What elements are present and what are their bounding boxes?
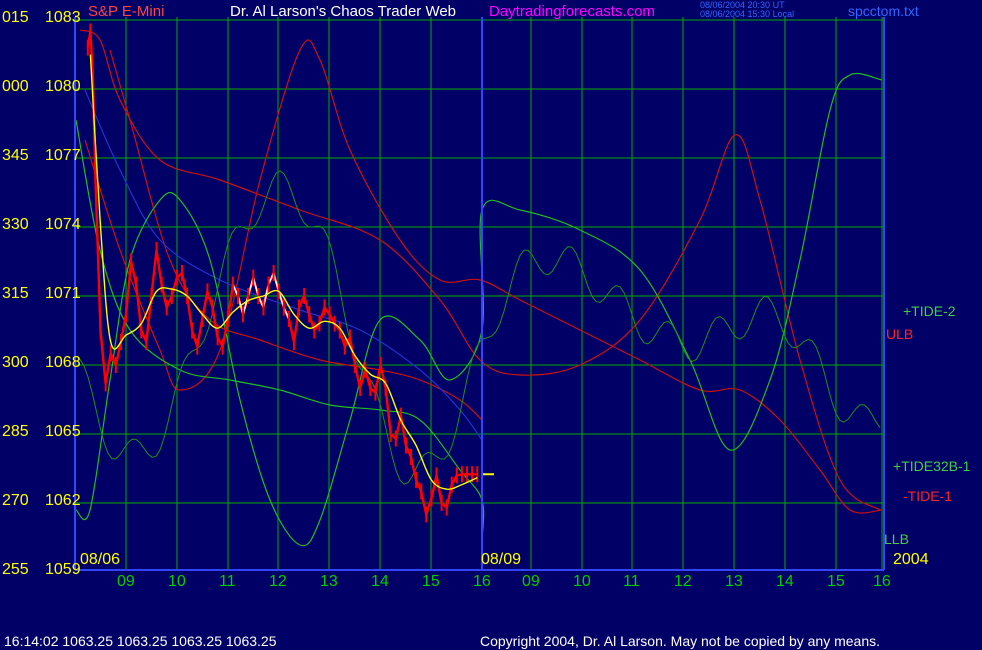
y-price-label: 1083 (45, 9, 81, 26)
x-hour-label: 16 (473, 573, 491, 590)
legend-minus-tide-1: -TIDE-1 (903, 488, 952, 504)
y-angle-label: 255 (2, 561, 29, 578)
y-price-label: 1062 (45, 492, 81, 509)
y-price-label: 1071 (45, 285, 81, 302)
x-hour-label: 10 (168, 573, 186, 590)
x-hour-label: 11 (219, 573, 236, 590)
time-local: 08/06/2004 15:30 Local (700, 9, 795, 20)
date-label-next: 08/09 (481, 551, 522, 568)
data-filename: spcctom.txt (848, 3, 919, 19)
x-hour-label: 10 (573, 573, 591, 590)
x-hour-label: 15 (827, 573, 845, 590)
x-hour-label: 15 (422, 573, 440, 590)
symbol-label: S&P E-Mini (88, 3, 165, 20)
site-link[interactable]: Daytradingforecasts.com (489, 4, 655, 19)
y-price-label: 1065 (45, 423, 81, 440)
legend-llb: LLB (884, 531, 909, 547)
y-price-label: 1068 (45, 354, 81, 371)
x-hour-label: 09 (117, 573, 135, 590)
legend-tide32b-1: +TIDE32B-1 (893, 458, 971, 474)
x-hour-label: 13 (320, 573, 338, 590)
timestamp-block: 08/06/2004 20:30 UT 08/06/2004 15:30 Loc… (700, 0, 795, 20)
y-angle-label: 300 (2, 354, 29, 371)
x-hour-label: 09 (522, 573, 540, 590)
y-angle-label: 345 (2, 147, 29, 164)
y-price-label: 1080 (45, 78, 81, 95)
legend-ulb: ULB (886, 326, 914, 342)
y-price-label: 1077 (45, 147, 81, 164)
x-hour-label: 14 (371, 573, 389, 590)
y-price-label: 1059 (45, 561, 81, 578)
y-angle-label: 315 (2, 285, 29, 302)
y-angle-label: 330 (2, 216, 29, 233)
x-hour-label: 12 (674, 573, 692, 590)
y-angle-label: 015 (2, 9, 29, 26)
x-hour-label: 14 (776, 573, 794, 590)
chart-title: Dr. Al Larson's Chaos Trader Web (230, 3, 457, 20)
x-hour-label: 16 (873, 573, 891, 590)
y-price-label: 1074 (45, 216, 81, 233)
x-hour-label: 12 (269, 573, 287, 590)
copyright: Copyright 2004, Dr. Al Larson. May not b… (480, 633, 881, 649)
quote-line: 16:14:02 1063.25 1063.25 1063.25 1063.25 (4, 633, 277, 649)
x-hour-label: 13 (725, 573, 743, 590)
x-hour-label: 11 (623, 573, 640, 590)
y-angle-label: 000 (2, 78, 29, 95)
year-label: 2004 (893, 551, 929, 568)
legend-tide-2: +TIDE-2 (903, 303, 956, 319)
date-label-start: 08/06 (80, 551, 121, 568)
y-angle-label: 270 (2, 492, 29, 509)
y-angle-label: 285 (2, 423, 29, 440)
